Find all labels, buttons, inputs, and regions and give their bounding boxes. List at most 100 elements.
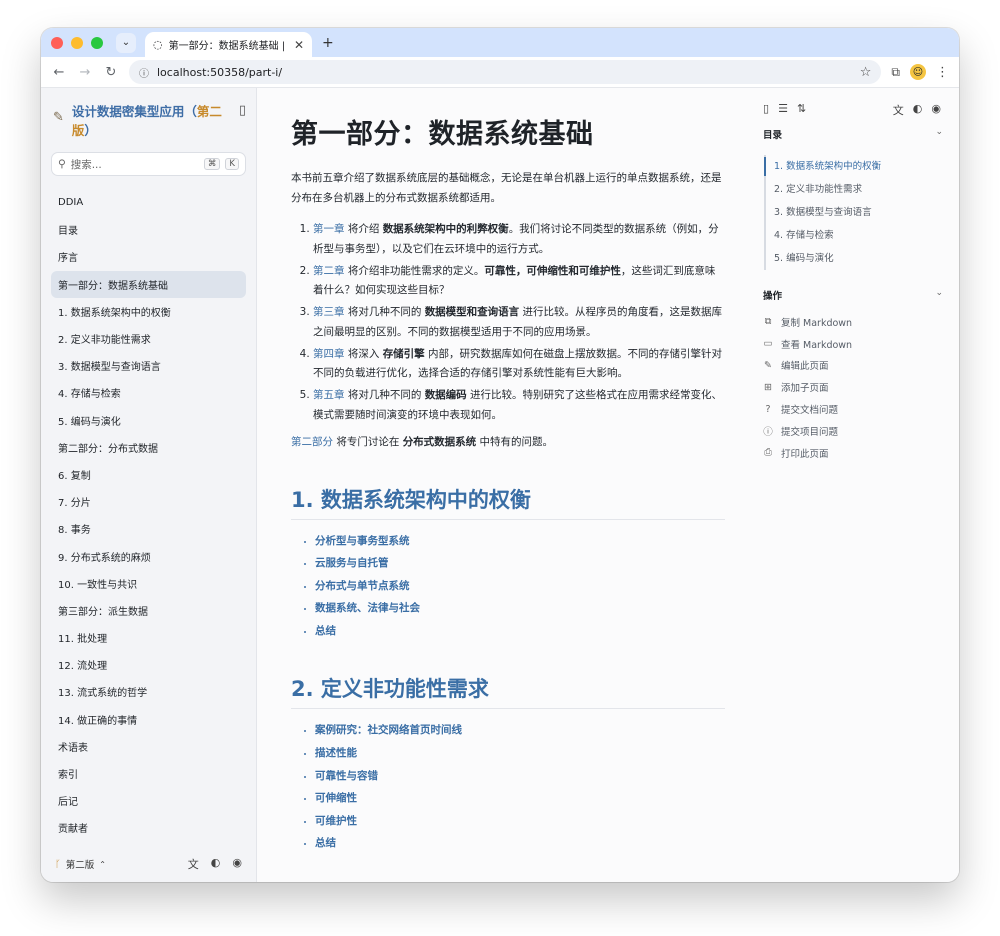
dark-mode-icon[interactable]: ◐ <box>913 102 923 118</box>
op-item[interactable]: ? 提交文档问题 <box>763 398 943 420</box>
toc-item[interactable]: 2. 定义非功能性需求 <box>766 178 943 201</box>
section-link[interactable]: 可维护性 <box>315 810 725 833</box>
site-info-icon[interactable]: ⓘ <box>139 65 149 80</box>
sidebar-item[interactable]: 术语表 <box>51 733 246 760</box>
search-input[interactable]: ⚲ 搜索... ⌘ K <box>51 152 246 176</box>
sidebar-item[interactable]: 13. 流式系统的哲学 <box>51 678 246 705</box>
section-link[interactable]: 案例研究：社交网络首页时间线 <box>315 719 725 742</box>
sidebar-layout-icon[interactable]: ▯ <box>763 102 769 118</box>
op-item[interactable]: ✎ 编辑此页面 <box>763 355 943 377</box>
part2-text-bold: 分布式数据系统 <box>402 436 477 448</box>
chapter-link[interactable]: 第四章 <box>313 348 345 360</box>
pull-request-icon[interactable]: ⇅ <box>797 102 806 118</box>
section-link[interactable]: 分析型与事务型系统 <box>315 530 725 553</box>
browser-window: ⌄ ◌ 第一部分：数据系统基础 | 设计 ✕ + ← → ↻ ⓘ localho… <box>41 28 959 882</box>
op-item[interactable]: ⎙ 打印此页面 <box>763 442 943 464</box>
sidebar-item[interactable]: 第二部分：分布式数据 <box>51 434 246 461</box>
close-window-button[interactable] <box>51 36 63 49</box>
forward-arrow-icon[interactable]: → <box>77 65 93 80</box>
chapter-link[interactable]: 第二章 <box>313 265 345 277</box>
github-icon[interactable]: ◉ <box>931 102 941 118</box>
toc-item[interactable]: 3. 数据模型与查询语言 <box>766 201 943 224</box>
part2-text-a: 将专门讨论在 <box>333 436 403 448</box>
chapter-link[interactable]: 第三章 <box>313 306 345 318</box>
toc-item[interactable]: 5. 编码与演化 <box>766 247 943 270</box>
github-icon[interactable]: ◉ <box>232 856 242 872</box>
section-link[interactable]: 总结 <box>315 620 725 643</box>
sidebar-item[interactable]: 6. 复制 <box>51 461 246 488</box>
section-link[interactable]: 分布式与单节点系统 <box>315 575 725 598</box>
op-label: 查看 Markdown <box>781 339 853 351</box>
sidebar-toggle-icon[interactable]: ▯ <box>239 103 246 118</box>
list-icon[interactable]: ☰ <box>778 102 788 118</box>
op-item[interactable]: ⊞ 添加子页面 <box>763 376 943 398</box>
sidebar-item[interactable]: 4. 存储与检索 <box>51 379 246 406</box>
profile-avatar[interactable]: ☺ <box>910 64 926 80</box>
section-link[interactable]: 总结 <box>315 832 725 855</box>
active-tab[interactable]: ◌ 第一部分：数据系统基础 | 设计 ✕ <box>145 32 312 57</box>
version-switcher[interactable]: ᚴ 第二版 ⌃ <box>55 857 188 872</box>
url-text[interactable]: localhost:50358/part-i/ <box>157 66 852 79</box>
section-link[interactable]: 云服务与自托管 <box>315 552 725 575</box>
sidebar-item[interactable]: 11. 批处理 <box>51 624 246 651</box>
section-heading[interactable]: 2. 定义非功能性需求 <box>291 674 725 710</box>
app-body: ✎ 设计数据密集型应用（第二版） ▯ ⚲ 搜索... ⌘ K DDIA 目录 序言第… <box>41 88 959 882</box>
sidebar-item[interactable]: 后记 <box>51 787 246 814</box>
op-item[interactable]: ⧉ 复制 Markdown <box>763 311 943 333</box>
extensions-icon[interactable]: ⧉ <box>891 65 900 80</box>
section-link[interactable]: 描述性能 <box>315 742 725 765</box>
ops-header[interactable]: 操作 ⌄ <box>763 288 943 302</box>
section-heading[interactable]: 1. 数据系统架构中的权衡 <box>291 485 725 520</box>
chevron-down-icon[interactable]: ⌄ <box>935 288 943 302</box>
section-link[interactable]: 数据系统、法律与社会 <box>315 597 725 620</box>
tab-search-button[interactable]: ⌄ <box>116 32 136 53</box>
chapter-item: 第三章 将对几种不同的 数据模型和查询语言 进行比较。从程序员的角度看，这是数据… <box>313 303 725 342</box>
sidebar-item[interactable]: 1. 数据系统架构中的权衡 <box>51 298 246 325</box>
chapter-link[interactable]: 第一章 <box>313 223 345 235</box>
op-item[interactable]: ▭ 查看 Markdown <box>763 333 943 355</box>
sidebar-item[interactable]: 贡献者 <box>51 814 246 841</box>
sidebar-item[interactable]: 12. 流处理 <box>51 651 246 678</box>
close-tab-icon[interactable]: ✕ <box>294 38 304 52</box>
sidebar-item[interactable]: 第三部分：派生数据 <box>51 597 246 624</box>
toc-item[interactable]: 1. 数据系统架构中的权衡 <box>764 155 943 178</box>
sidebar-item[interactable]: 9. 分布式系统的麻烦 <box>51 542 246 569</box>
sidebar-item[interactable]: 10. 一致性与共识 <box>51 570 246 597</box>
minimize-window-button[interactable] <box>71 36 83 49</box>
sidebar-item[interactable]: 3. 数据模型与查询语言 <box>51 352 246 379</box>
version-label: 第二版 <box>65 860 95 871</box>
chevron-down-icon[interactable]: ⌄ <box>935 127 943 141</box>
site-brand[interactable]: ✎ 设计数据密集型应用（第二版） ▯ <box>51 100 246 140</box>
section-link[interactable]: 可伸缩性 <box>315 787 725 810</box>
address-bar[interactable]: ⓘ localhost:50358/part-i/ ☆ <box>129 60 882 84</box>
toc-heading: 目录 <box>763 130 783 141</box>
sidebar-item[interactable]: 5. 编码与演化 <box>51 407 246 434</box>
sidebar-item[interactable]: 索引 <box>51 760 246 787</box>
sidebar-item[interactable]: 8. 事务 <box>51 515 246 542</box>
chapter-link[interactable]: 第五章 <box>313 389 345 401</box>
translate-icon[interactable]: 文 <box>188 856 199 872</box>
sidebar-item[interactable]: 目录 <box>51 216 246 243</box>
op-item[interactable]: ⓘ 提交项目问题 <box>763 420 943 442</box>
sidebar-item[interactable]: 14. 做正确的事情 <box>51 706 246 733</box>
sidebar-item[interactable]: 7. 分片 <box>51 488 246 515</box>
section-link[interactable]: 可靠性与容错 <box>315 765 725 788</box>
sidebar-item[interactable]: 第一部分：数据系统基础 <box>51 270 246 298</box>
sidebar-item[interactable]: 2. 定义非功能性需求 <box>51 325 246 352</box>
dark-mode-icon[interactable]: ◐ <box>211 856 221 872</box>
toc-header[interactable]: 目录 ⌄ <box>763 127 943 141</box>
toc-item[interactable]: 4. 存储与检索 <box>766 224 943 247</box>
sidebar-item[interactable]: DDIA <box>51 189 246 216</box>
browser-menu-icon[interactable]: ⋮ <box>936 65 949 80</box>
translate-icon[interactable]: 文 <box>893 102 904 118</box>
site-title[interactable]: 设计数据密集型应用（第二版） <box>72 102 231 140</box>
part2-paragraph: 第二部分 将专门讨论在 分布式数据系统 中特有的问题。 <box>291 433 725 453</box>
sidebar-item[interactable]: 序言 <box>51 243 246 270</box>
bookmark-star-icon[interactable]: ☆ <box>860 65 872 80</box>
browser-toolbar: ← → ↻ ⓘ localhost:50358/part-i/ ☆ ⧉ ☺ ⋮ <box>41 57 959 88</box>
zoom-window-button[interactable] <box>91 36 103 49</box>
back-arrow-icon[interactable]: ← <box>51 65 67 80</box>
new-tab-button[interactable]: + <box>322 35 334 51</box>
reload-icon[interactable]: ↻ <box>103 65 119 80</box>
part2-link[interactable]: 第二部分 <box>291 436 333 448</box>
